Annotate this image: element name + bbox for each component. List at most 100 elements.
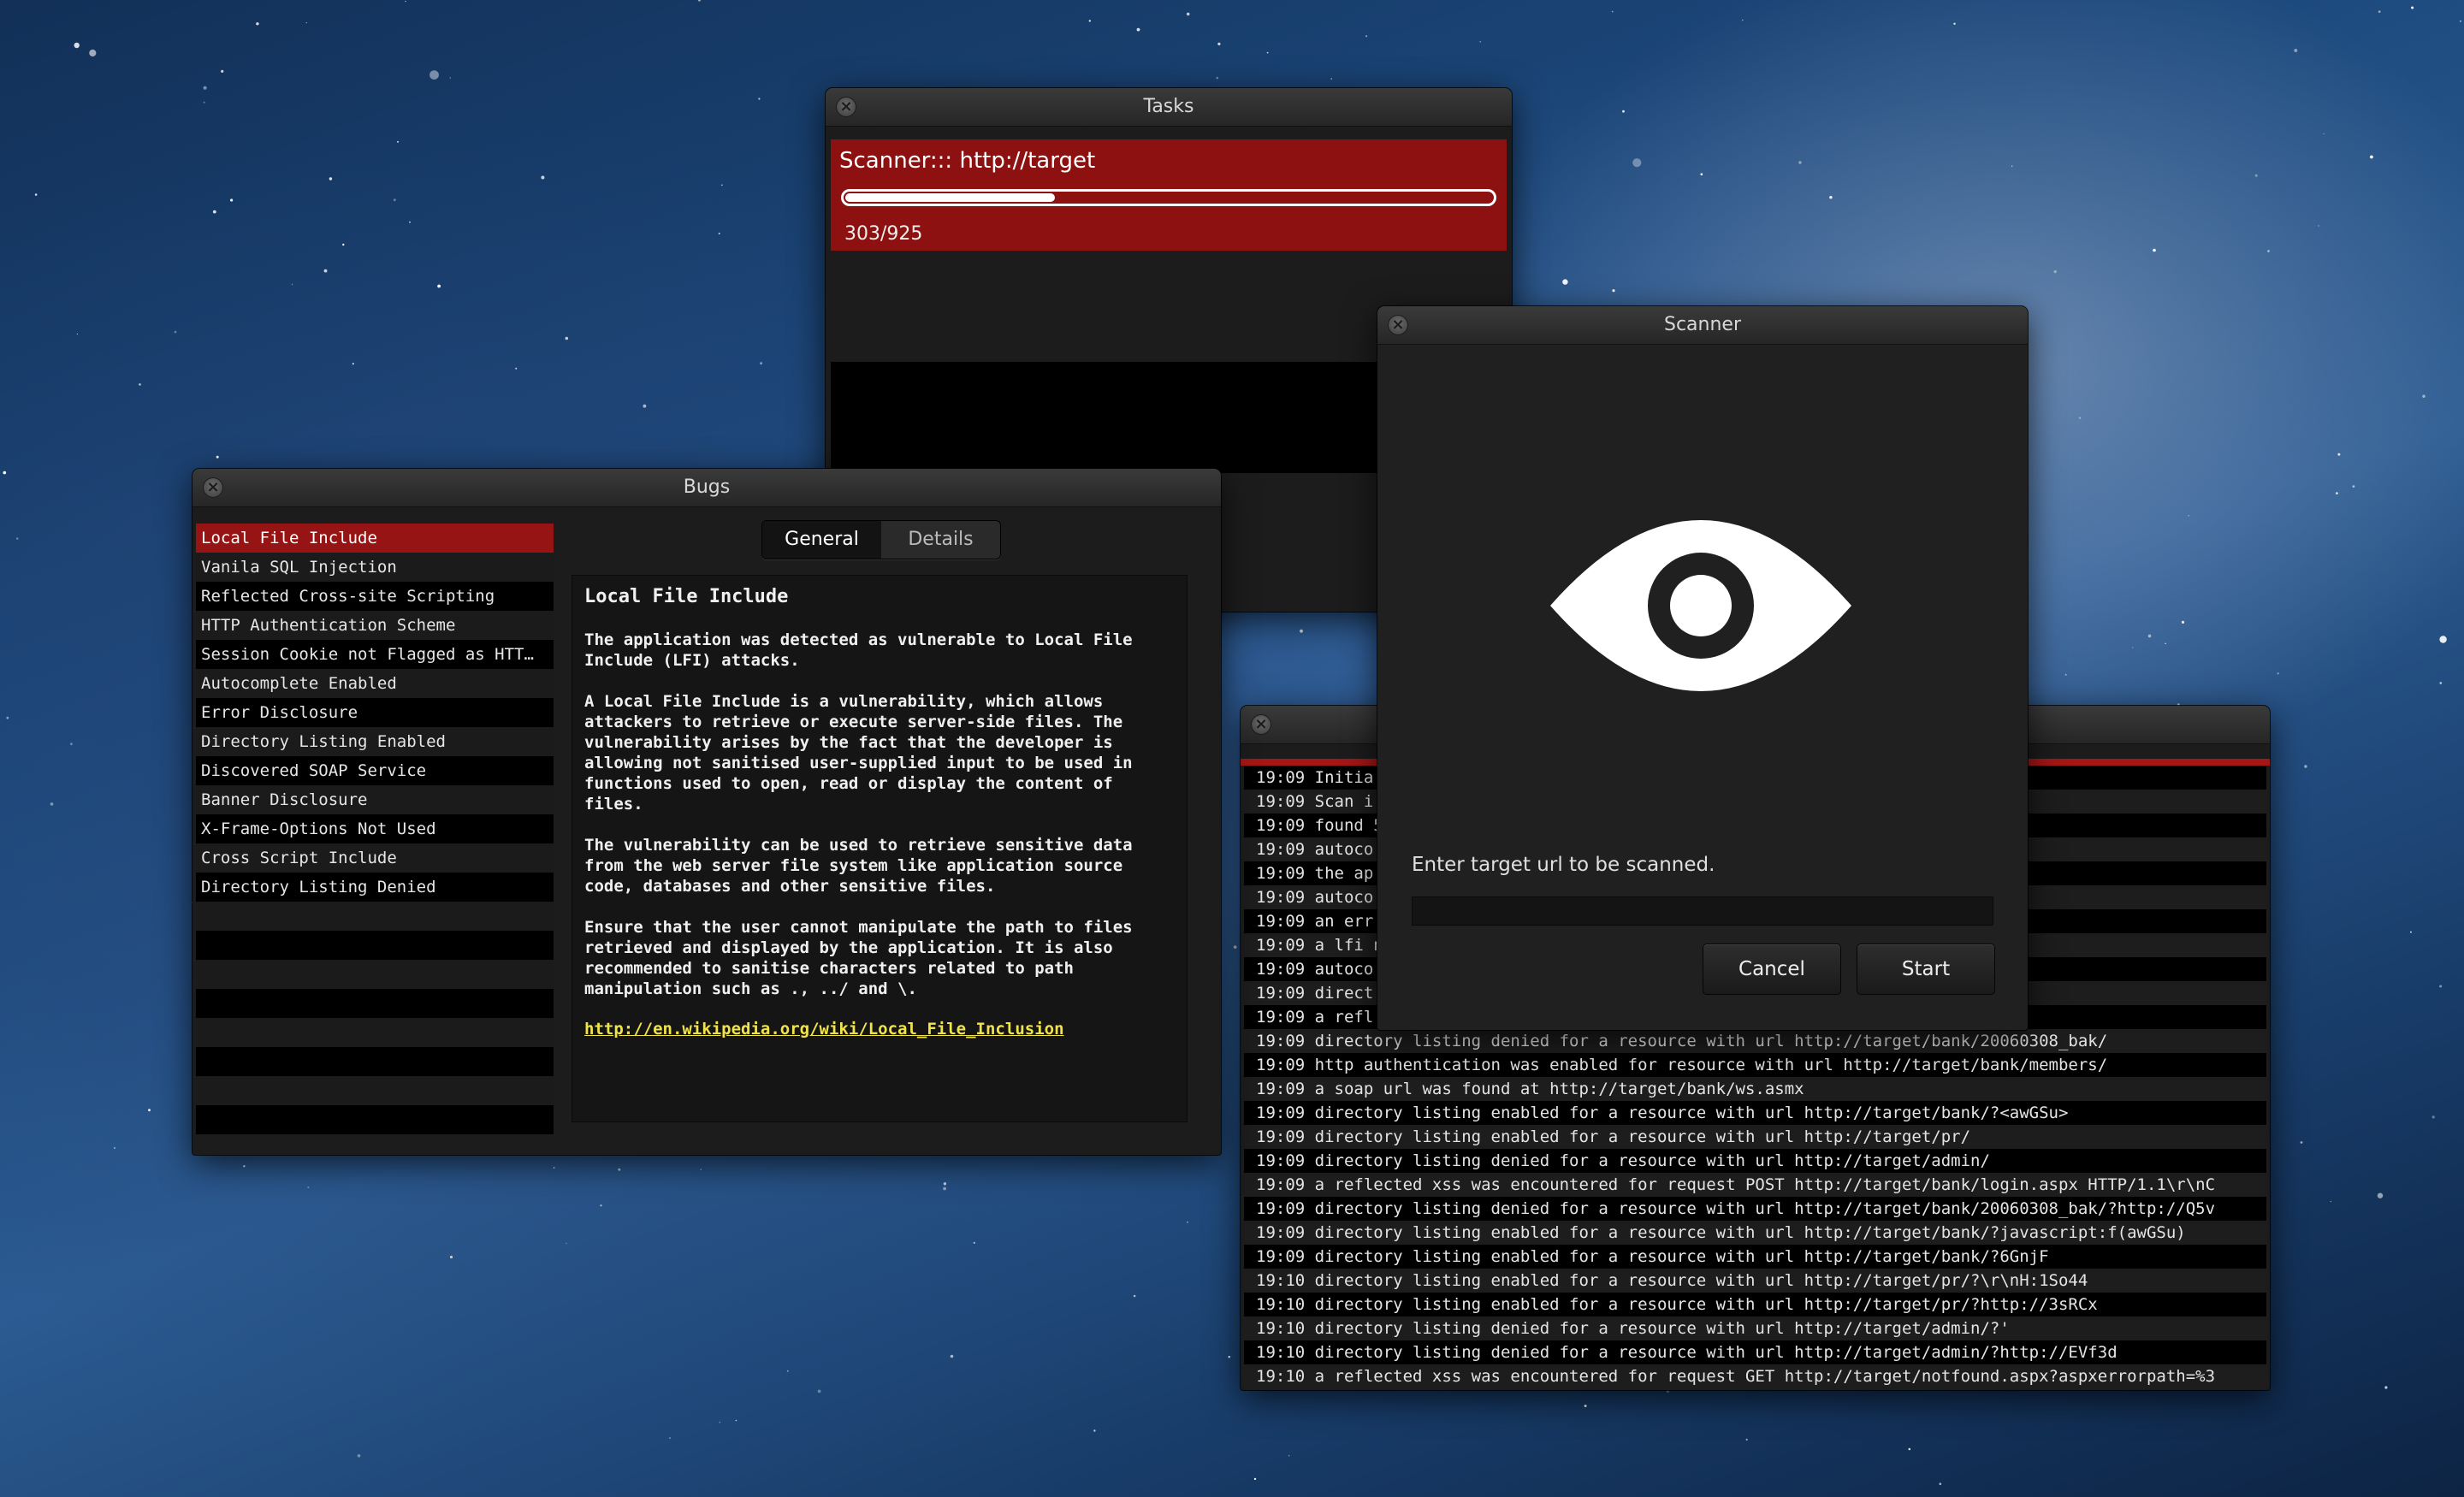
star <box>1611 10 1614 13</box>
star <box>1300 629 1303 633</box>
star <box>2439 636 2447 643</box>
tab-details[interactable]: Details <box>881 521 1000 559</box>
bug-list-item[interactable] <box>196 1047 554 1076</box>
bug-list-item[interactable]: Cross Script Include <box>196 843 554 873</box>
star <box>1622 109 1625 113</box>
tasks-titlebar[interactable]: × Tasks <box>826 88 1512 127</box>
star <box>943 1186 946 1191</box>
log-row: 19:09 directory listing enabled for a re… <box>1244 1221 2266 1245</box>
star <box>212 210 216 214</box>
bug-list-item[interactable]: Directory Listing Enabled <box>196 727 554 756</box>
bug-list-item[interactable]: HTTP Authentication Scheme <box>196 611 554 640</box>
close-icon[interactable]: × <box>1388 315 1408 335</box>
star <box>786 1370 789 1372</box>
bug-list-item[interactable] <box>196 1018 554 1047</box>
star <box>1365 35 1368 38</box>
task-item[interactable]: Scanner::: http://target 303/925 <box>831 139 1507 251</box>
bug-list-item[interactable]: Autocomplete Enabled <box>196 669 554 698</box>
bug-list-item[interactable]: Directory Listing Denied <box>196 873 554 902</box>
star <box>74 42 80 49</box>
bug-list-item[interactable] <box>196 902 554 931</box>
bug-list-item[interactable] <box>196 989 554 1018</box>
detail-heading: Local File Include <box>584 586 789 607</box>
log-row: 19:09 directory listing enabled for a re… <box>1244 1101 2266 1125</box>
bug-list-item[interactable]: Vanila SQL Injection <box>196 553 554 582</box>
star <box>2337 453 2341 456</box>
star <box>2384 1386 2388 1389</box>
bug-list-item[interactable]: Error Disclosure <box>196 698 554 727</box>
star <box>2431 1115 2435 1119</box>
star <box>2352 485 2355 488</box>
target-url-input[interactable] <box>1412 896 1993 926</box>
bug-list-item[interactable]: Local File Include <box>196 524 554 553</box>
star <box>950 1354 954 1358</box>
eye-icon <box>1550 520 1851 691</box>
log-row: 19:10 a reflected xss was encountered fo… <box>1244 1364 2266 1388</box>
star <box>429 70 439 80</box>
task-title: Scanner::: http://target <box>839 148 1096 174</box>
bug-list[interactable]: Local File Include Vanila SQL Injection Re… <box>196 524 554 1134</box>
star <box>2460 20 2461 22</box>
star <box>618 1168 621 1171</box>
star <box>203 86 207 90</box>
star <box>758 98 761 100</box>
star <box>1745 1438 1748 1441</box>
star <box>1093 1429 1096 1432</box>
star <box>437 284 441 288</box>
star <box>541 175 545 180</box>
log-row: 19:10 directory listing enabled for a re… <box>1244 1293 2266 1317</box>
star <box>203 101 205 104</box>
window-title: Scanner <box>1663 314 1741 335</box>
star <box>697 0 701 2</box>
star <box>718 233 720 234</box>
star <box>2410 931 2412 933</box>
bug-list-item[interactable] <box>196 960 554 989</box>
star <box>1632 158 1642 168</box>
star <box>342 243 345 246</box>
star <box>1253 1477 1257 1481</box>
bugs-titlebar[interactable]: × Bugs <box>192 469 1221 507</box>
star <box>943 1182 947 1186</box>
star <box>1584 1405 1587 1407</box>
star <box>2277 672 2279 675</box>
scanner-titlebar[interactable]: × Scanner <box>1377 306 2028 345</box>
close-icon[interactable]: × <box>836 97 856 117</box>
star <box>34 193 38 196</box>
star <box>1562 279 1568 285</box>
start-button[interactable]: Start <box>1857 944 1995 995</box>
bug-list-item[interactable]: Banner Disclosure <box>196 785 554 814</box>
window-title: Tasks <box>1143 96 1194 117</box>
star <box>600 1204 602 1207</box>
tab-general[interactable]: General <box>762 521 881 559</box>
star <box>393 198 396 202</box>
log-row: 19:09 directory listing enabled for a re… <box>1244 1245 2266 1269</box>
star <box>1288 1454 1290 1457</box>
star <box>2188 514 2190 517</box>
bug-list-item[interactable] <box>196 1076 554 1105</box>
star <box>2323 133 2325 135</box>
bug-list-item[interactable]: Reflected Cross-site Scripting <box>196 582 554 611</box>
log-row: 19:09 directory listing denied for a res… <box>1244 1029 2266 1053</box>
bug-list-item[interactable]: Discovered SOAP Service <box>196 756 554 785</box>
star <box>2011 165 2013 167</box>
bug-list-item[interactable]: Session Cookie not Flagged as HTT… <box>196 640 554 669</box>
star <box>409 221 411 223</box>
star <box>735 1419 737 1422</box>
log-row: 19:09 directory listing denied for a res… <box>1244 1149 2266 1173</box>
bug-list-item[interactable] <box>196 931 554 960</box>
cancel-button[interactable]: Cancel <box>1703 944 1841 995</box>
window-title: Bugs <box>683 476 731 498</box>
log-row: 19:09 http authentication was enabled fo… <box>1244 1053 2266 1077</box>
detail-paragraph: The application was detected as vulnerab… <box>584 630 1133 670</box>
star <box>114 1147 116 1149</box>
close-icon[interactable]: × <box>1251 714 1271 735</box>
star <box>256 22 259 26</box>
reference-link[interactable]: http://en.wikipedia.org/wiki/Local_File_… <box>584 1020 1064 1038</box>
star <box>70 743 73 746</box>
star <box>2147 634 2152 638</box>
bug-list-item[interactable]: X-Frame-Options Not Used <box>196 814 554 843</box>
star <box>760 362 762 365</box>
bug-list-item[interactable] <box>196 1105 554 1134</box>
star <box>323 269 328 273</box>
close-icon[interactable]: × <box>203 477 223 498</box>
